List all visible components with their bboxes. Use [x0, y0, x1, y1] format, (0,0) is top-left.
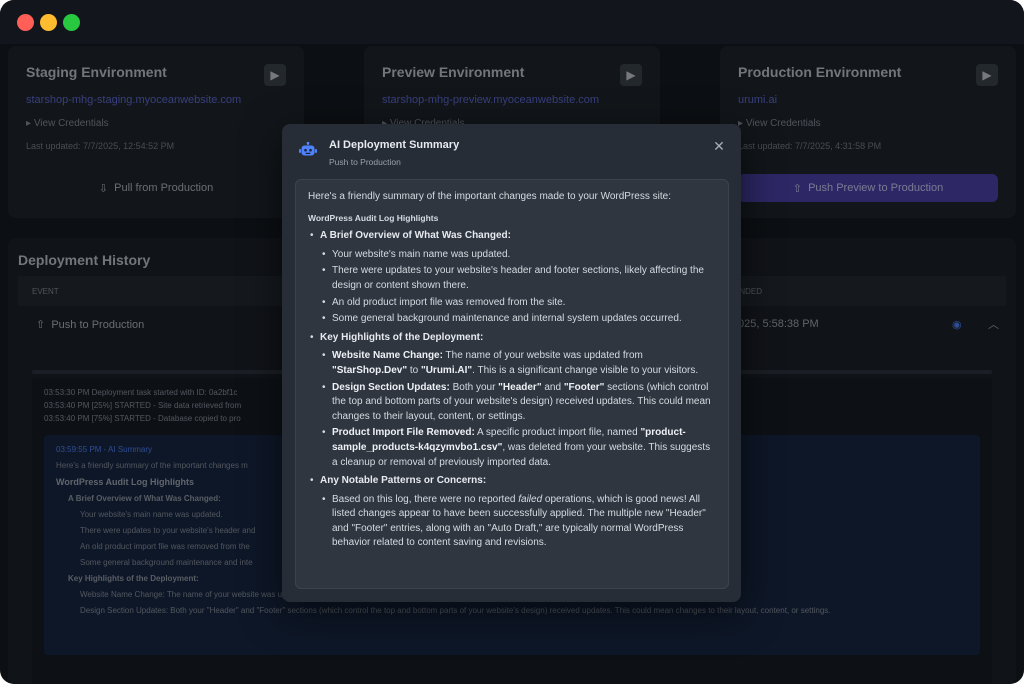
- summary-content: Here's a friendly summary of the importa…: [295, 179, 729, 589]
- close-window-button[interactable]: [17, 14, 34, 31]
- section-title: Key Highlights of the Deployment:: [320, 331, 484, 343]
- summary-section: A Brief Overview of What Was Changed: Yo…: [308, 229, 716, 327]
- list-item: There were updates to your website's hea…: [320, 264, 716, 293]
- section-title: A Brief Overview of What Was Changed:: [320, 230, 511, 242]
- list-item: Website Name Change: The name of your we…: [320, 349, 716, 378]
- list-item: Product Import File Removed: A specific …: [320, 426, 716, 470]
- summary-sections: A Brief Overview of What Was Changed: Yo…: [308, 229, 716, 551]
- summary-section: Any Notable Patterns or Concerns: Based …: [308, 474, 716, 551]
- minimize-window-button[interactable]: [40, 14, 57, 31]
- list-item: Your website's main name was updated.: [320, 248, 716, 263]
- close-icon[interactable]: ✕: [711, 138, 727, 154]
- dialog-subtitle: Push to Production: [329, 157, 401, 167]
- app-window: Staging Environment starshop-mhg-staging…: [0, 0, 1024, 684]
- section-title: Any Notable Patterns or Concerns:: [320, 475, 487, 487]
- dialog-title: AI Deployment Summary: [329, 139, 460, 151]
- summary-intro: Here's a friendly summary of the importa…: [308, 191, 671, 202]
- maximize-window-button[interactable]: [63, 14, 80, 31]
- list-item: An old product import file was removed f…: [320, 296, 716, 311]
- summary-section: Key Highlights of the Deployment: Websit…: [308, 331, 716, 470]
- list-item: Based on this log, there were no reporte…: [320, 493, 716, 551]
- title-bar: [0, 0, 1024, 44]
- list-item: Design Section Updates: Both your "Heade…: [320, 381, 716, 425]
- robot-icon: [296, 138, 320, 162]
- ai-deployment-summary-dialog: AI Deployment Summary Push to Production…: [282, 124, 741, 602]
- list-item: Some general background maintenance and …: [320, 312, 716, 327]
- summary-heading: WordPress Audit Log Highlights: [308, 212, 439, 223]
